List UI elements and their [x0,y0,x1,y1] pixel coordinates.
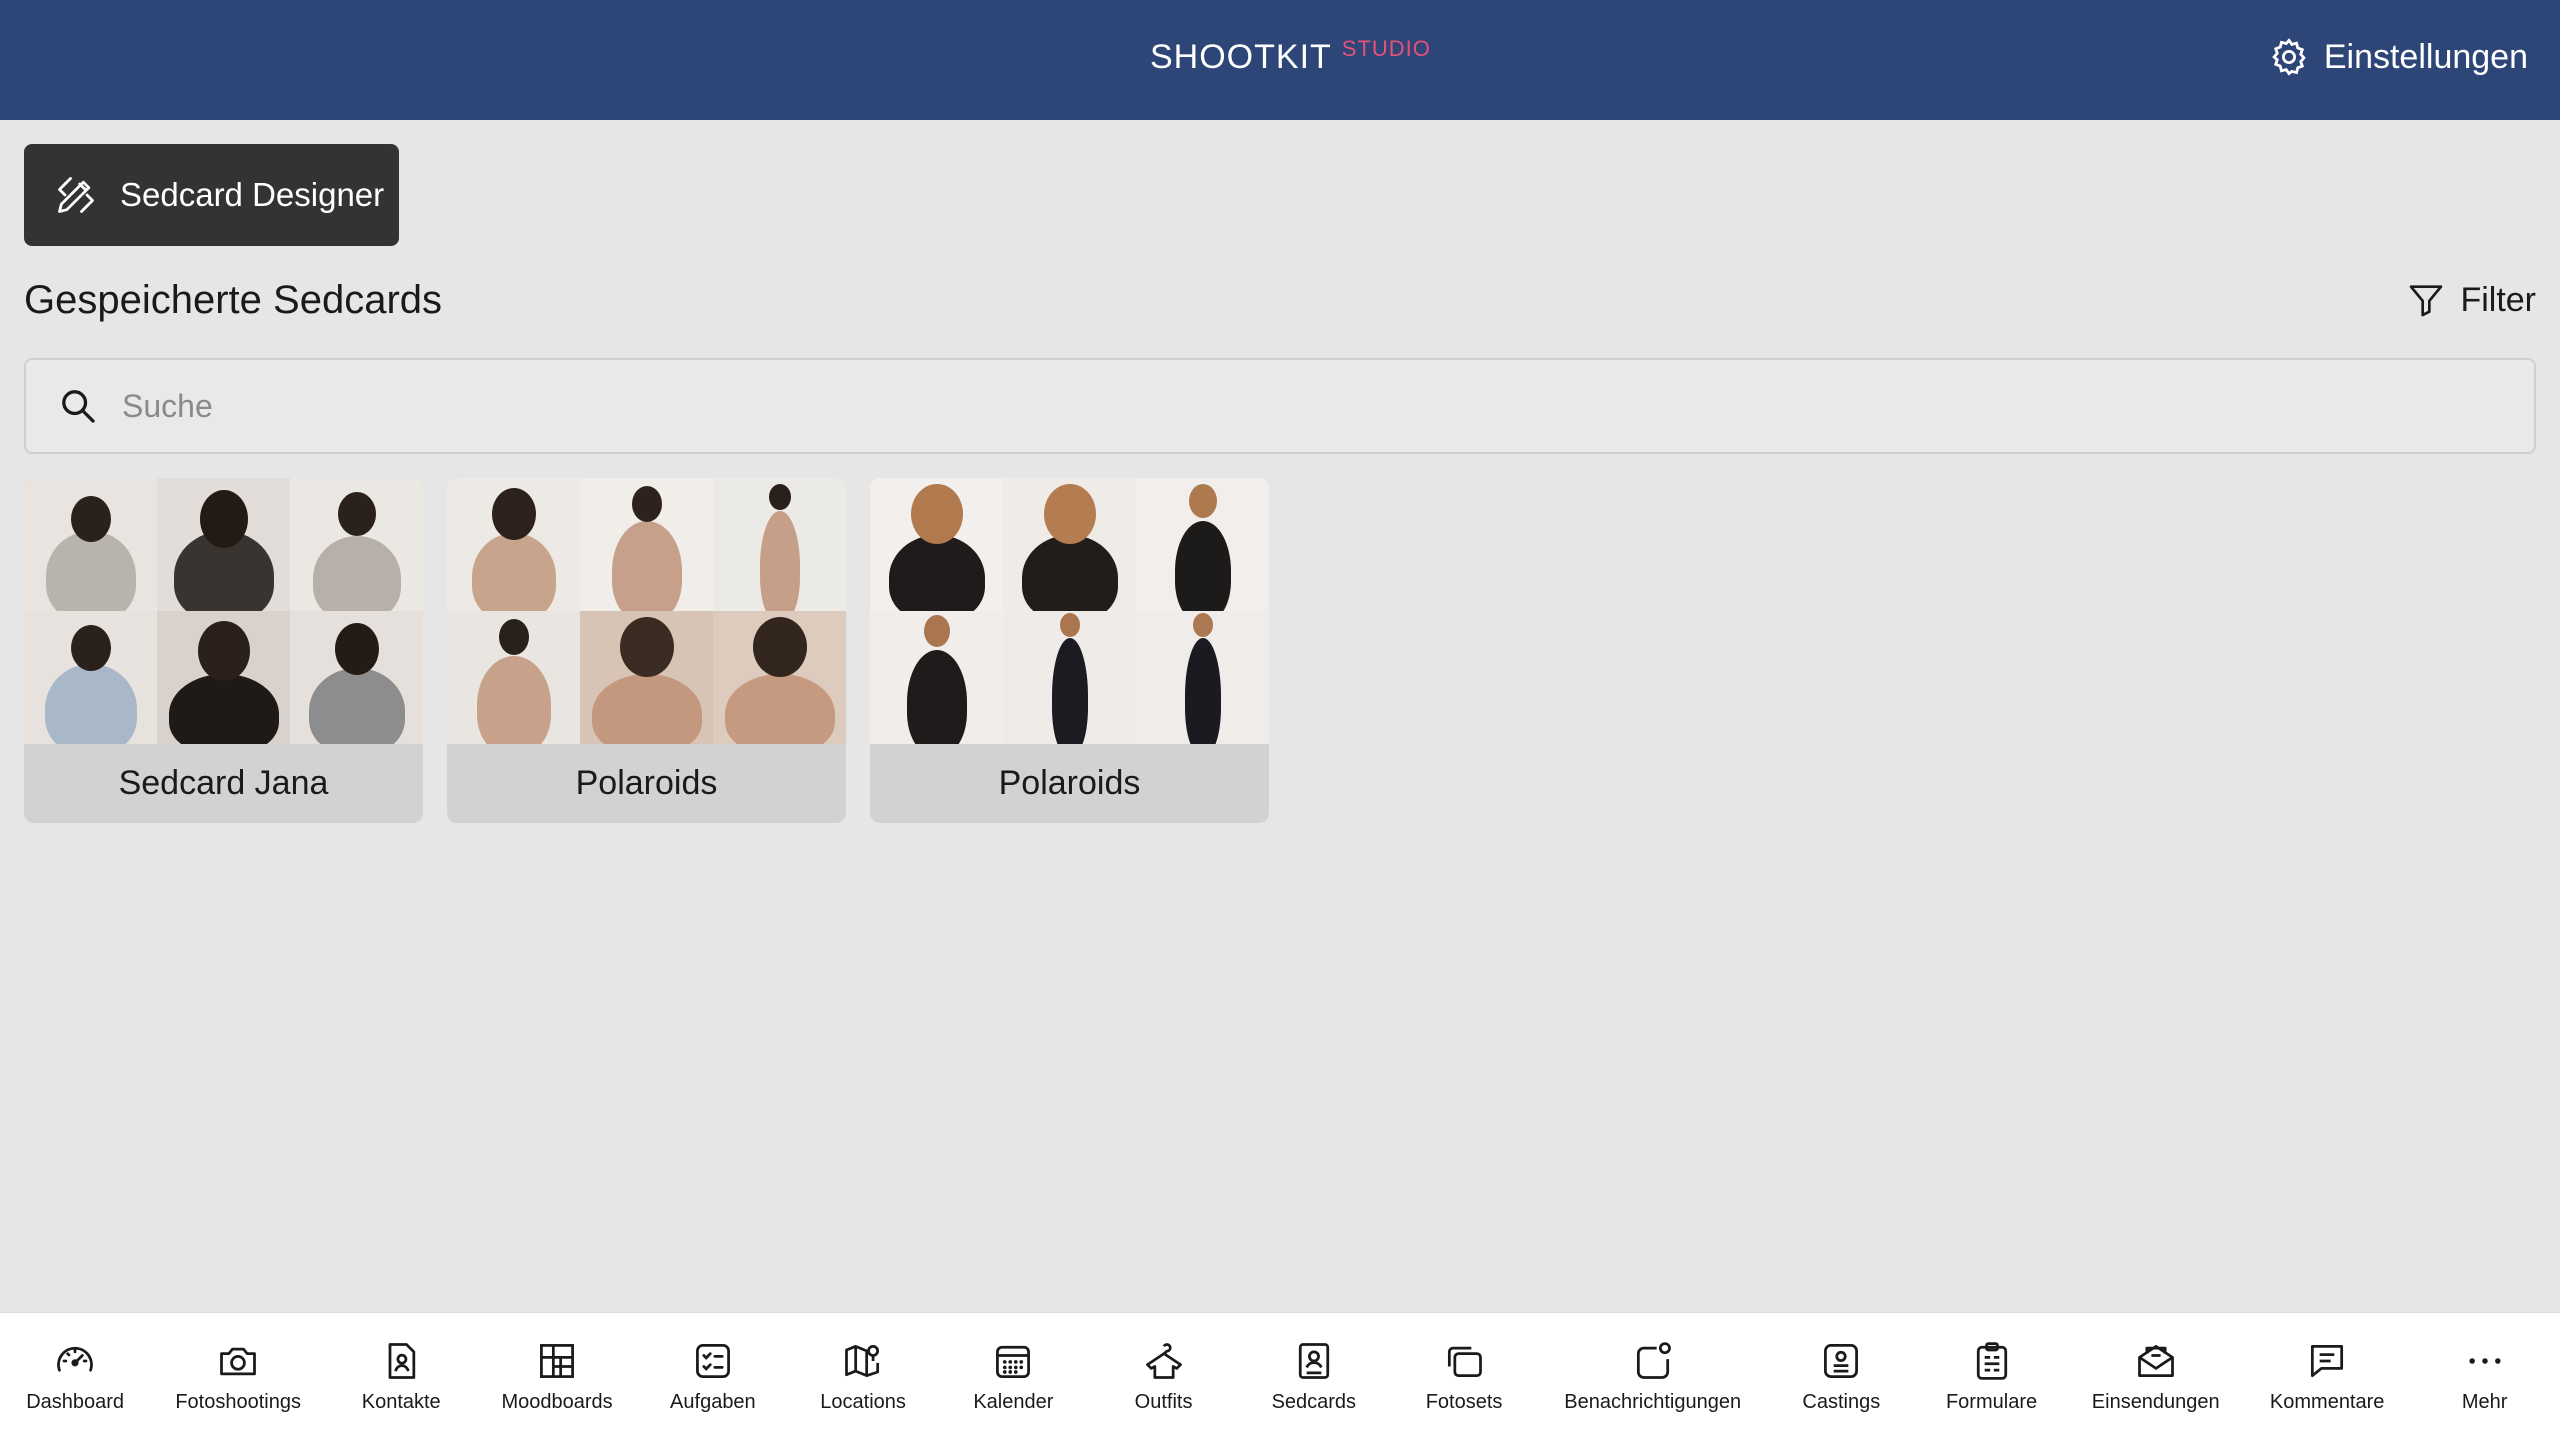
filter-label: Filter [2460,280,2536,319]
nav-label: Sedcards [1271,1391,1357,1413]
nav-item-formulare[interactable]: Formulare [1942,1339,2042,1414]
photo-thumbnail [870,611,1003,744]
nav-label: Aufgaben [670,1391,756,1413]
photo-thumbnail [157,478,290,611]
nav-item-dashboard[interactable]: Dashboard [25,1339,125,1414]
search-input[interactable] [122,387,2422,425]
search-icon [62,390,95,423]
settings-button[interactable]: Einstellungen [2268,36,2528,78]
nav-item-fotoshootings[interactable]: Fotoshootings [175,1339,301,1414]
camera-icon [220,1347,257,1376]
app-logo: SHOOTKIT STUDIO [1150,36,1431,77]
page-title: Gespeicherte Sedcards [24,278,443,322]
sedcard-icon [1298,1343,1329,1379]
calendar-icon [996,1345,1031,1378]
clipboard-icon [1976,1342,2007,1380]
design-tools-icon [58,177,94,213]
tasks-icon [695,1344,730,1378]
nav-item-moodboards[interactable]: Moodboards [501,1339,613,1414]
nav-label: Fotoshootings [175,1391,301,1413]
brand-name: SHOOTKIT [1150,38,1332,76]
gear-icon [2272,38,2306,76]
nav-item-locations[interactable]: Locations [813,1339,913,1414]
photo-thumbnail [1136,478,1269,611]
sedcard-preview [447,478,846,744]
photo-thumbnail [580,611,713,744]
photo-thumbnail [24,611,157,744]
photo-thumbnail [290,478,423,611]
nav-item-fotosets[interactable]: Fotosets [1414,1339,1514,1414]
nav-label: Kommentare [2269,1391,2385,1413]
photo-thumbnail [713,611,846,744]
nav-item-kalender[interactable]: Kalender [963,1339,1063,1414]
more-icon [2469,1358,2501,1364]
contact-icon [388,1343,416,1379]
sedcard-list: Sedcard Jana Polaroids Polaroids [24,478,1269,823]
sedcard-title: Polaroids [998,764,1141,802]
map-icon [845,1344,880,1378]
search-bar[interactable] [24,358,2536,454]
nav-item-benachrichtigungen[interactable]: Benachrichtigungen [1564,1339,1741,1414]
photo-thumbnail [713,478,846,611]
photo-thumbnail [870,478,1003,611]
comment-icon [2311,1344,2344,1378]
dashboard-icon [57,1346,93,1372]
bottom-navigation: Dashboard Fotoshootings Kontakte Moodboa… [0,1312,2560,1440]
nav-label: Locations [820,1391,906,1413]
photo-thumbnail [290,611,423,744]
sedcard-designer-label: Sedcard Designer [120,176,385,213]
nav-label: Moodboards [501,1391,613,1413]
nav-label: Benachrichtigungen [1564,1391,1742,1413]
photo-thumbnail [447,478,580,611]
photo-thumbnail [580,478,713,611]
nav-label: Einsendungen [2091,1391,2220,1413]
photo-thumbnail [24,478,157,611]
nav-label: Outfits [1134,1391,1193,1413]
sedcard-designer-button[interactable]: Sedcard Designer [24,144,399,246]
photo-thumbnail [1003,478,1136,611]
sedcard-title: Polaroids [575,764,718,802]
sedcard-card[interactable]: Polaroids [870,478,1269,823]
nav-item-kommentare[interactable]: Kommentare [2269,1339,2385,1414]
filter-icon [2410,285,2443,317]
photo-thumbnail [1003,611,1136,744]
envelope-icon [2137,1344,2174,1378]
nav-item-einsendungen[interactable]: Einsendungen [2092,1339,2220,1414]
photo-thumbnail [447,611,580,744]
sedcard-preview [870,478,1269,744]
top-bar: SHOOTKIT STUDIO Einstellungen [0,0,2560,120]
nav-item-kontakte[interactable]: Kontakte [351,1339,451,1414]
sedcard-title: Sedcard Jana [118,764,329,802]
nav-item-mehr[interactable]: Mehr [2435,1339,2535,1414]
settings-label: Einstellungen [2323,37,2528,76]
nav-item-outfits[interactable]: Outfits [1114,1339,1214,1414]
photo-thumbnail [1136,611,1269,744]
nav-item-aufgaben[interactable]: Aufgaben [663,1339,763,1414]
nav-label: Mehr [2461,1391,2508,1413]
shirt-icon [1145,1343,1182,1379]
photo-stack-icon [1448,1346,1482,1378]
nav-label: Castings [1802,1391,1881,1413]
nav-label: Kontakte [361,1391,441,1413]
casting-icon [1824,1344,1859,1378]
nav-label: Kalender [973,1391,1054,1413]
nav-label: Fotosets [1425,1391,1503,1413]
sedcard-preview [24,478,423,744]
sedcard-card[interactable]: Polaroids [447,478,846,823]
nav-item-castings[interactable]: Castings [1791,1339,1891,1414]
brand-suffix: STUDIO [1341,36,1431,61]
nav-item-sedcards[interactable]: Sedcards [1264,1339,1364,1414]
nav-label: Formulare [1945,1391,2038,1413]
sedcard-card[interactable]: Sedcard Jana [24,478,423,823]
nav-label: Dashboard [26,1391,125,1413]
moodboard-icon [540,1344,575,1378]
filter-button[interactable]: Filter [2406,280,2536,320]
notification-icon [1636,1342,1671,1379]
photo-thumbnail [157,611,290,744]
